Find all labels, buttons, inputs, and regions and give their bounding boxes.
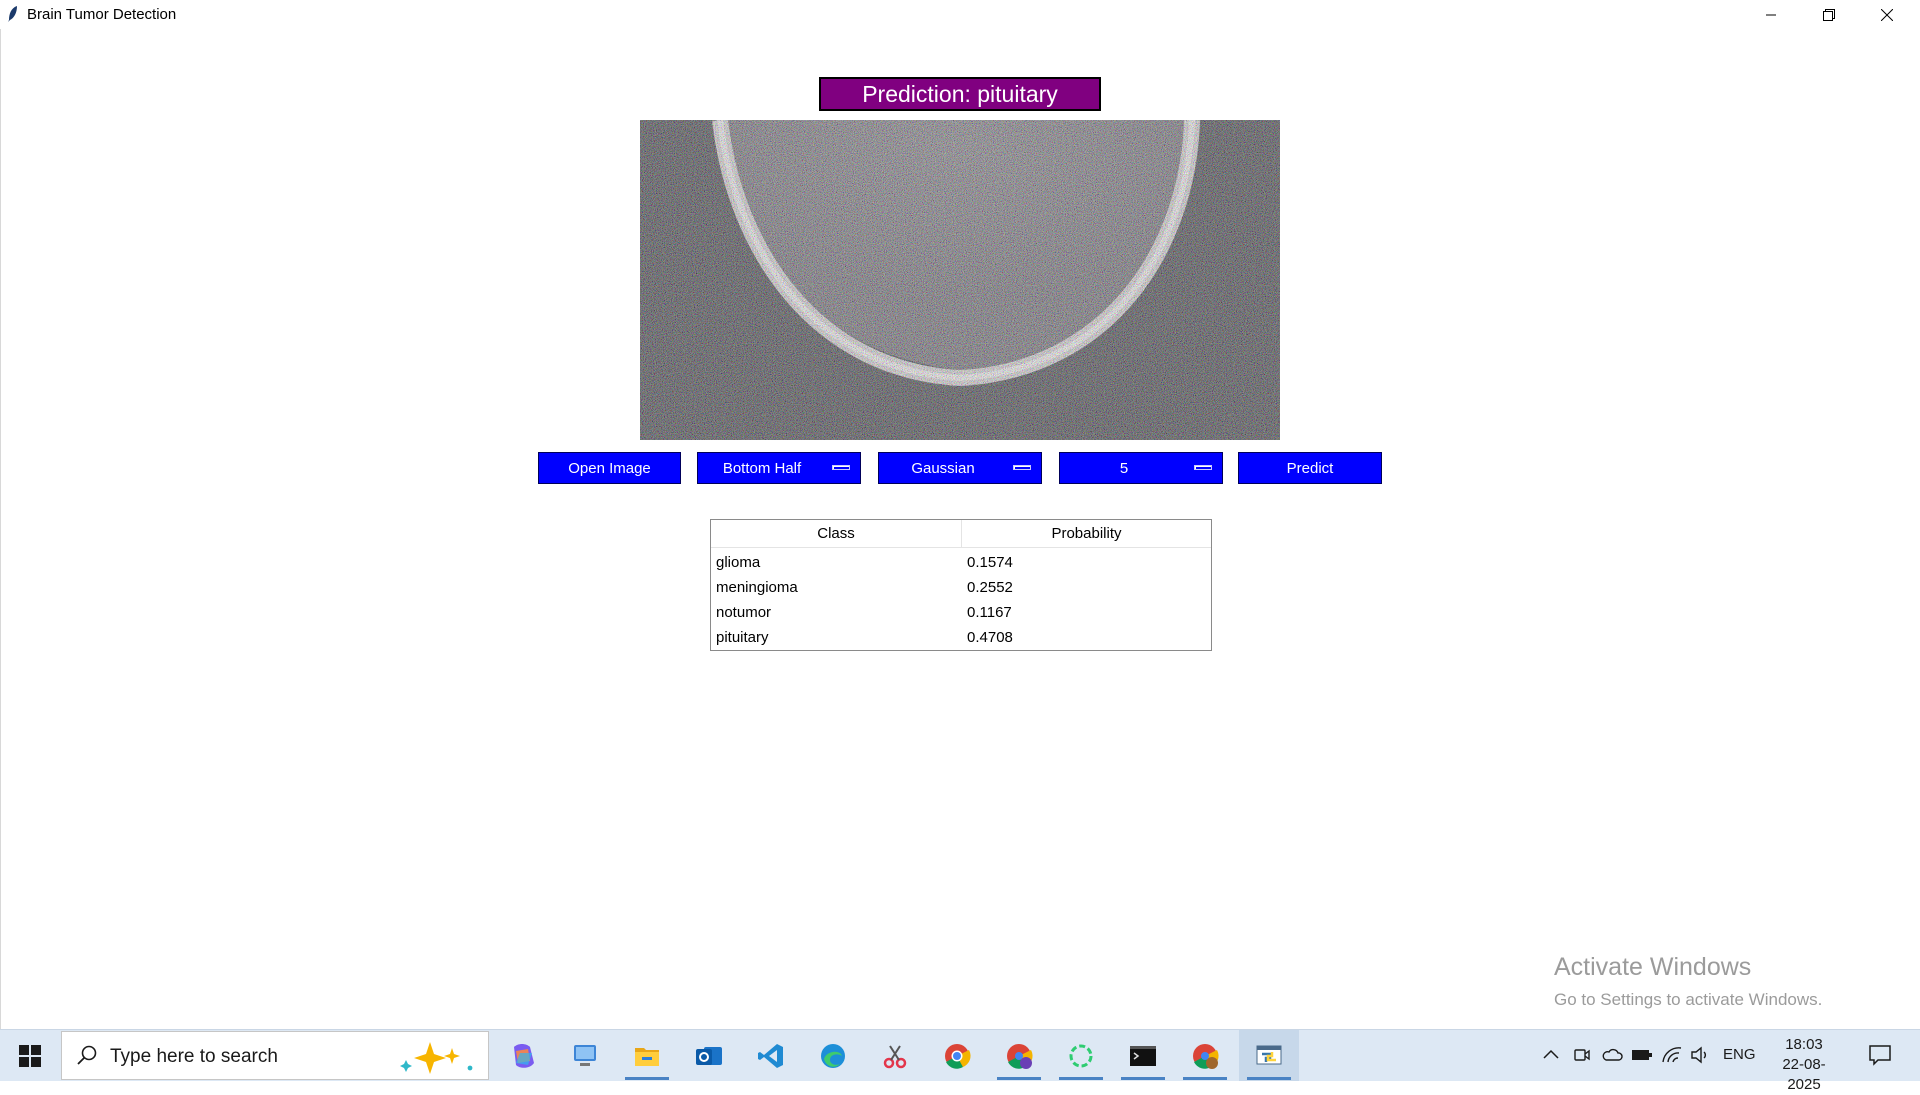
dropdown-indicator-icon <box>832 465 850 470</box>
close-button[interactable] <box>1858 0 1916 29</box>
dropdown-indicator-icon <box>1194 465 1212 470</box>
title-bar: Brain Tumor Detection <box>0 0 1920 29</box>
open-image-button[interactable]: Open Image <box>538 452 681 484</box>
taskbar-loading-app[interactable] <box>1053 1030 1109 1081</box>
noise-type-dropdown[interactable]: Gaussian <box>878 452 1042 484</box>
taskbar-chrome[interactable] <box>929 1030 985 1081</box>
mri-image-preview <box>640 120 1280 440</box>
chrome-profile-2-icon <box>1193 1043 1219 1069</box>
taskbar-outlook[interactable] <box>681 1030 737 1081</box>
volume-icon[interactable] <box>1690 1046 1710 1064</box>
terminal-icon <box>1130 1045 1156 1066</box>
noise-level-value: 5 <box>1119 459 1129 477</box>
probability-cell: 0.2552 <box>967 579 1013 596</box>
taskbar-file-explorer[interactable] <box>619 1030 675 1081</box>
activate-windows-watermark: Activate Windows Go to Settings to activ… <box>1554 953 1822 1010</box>
prediction-label: Prediction: pituitary <box>819 77 1101 111</box>
restore-icon <box>1823 8 1835 21</box>
search-icon <box>77 1045 97 1065</box>
predict-button[interactable]: Predict <box>1238 452 1382 484</box>
noise-type-value: Gaussian <box>911 459 975 477</box>
table-row[interactable]: meningioma 0.2552 <box>711 575 1211 600</box>
notification-center-icon[interactable] <box>1868 1043 1892 1067</box>
battery-icon[interactable] <box>1631 1048 1653 1062</box>
taskbar-python-app[interactable] <box>1239 1030 1299 1081</box>
python-app-icon <box>1256 1045 1282 1064</box>
vscode-icon <box>758 1043 783 1068</box>
taskbar-edge[interactable] <box>805 1030 861 1081</box>
region-dropdown[interactable]: Bottom Half <box>697 452 861 484</box>
class-cell: meningioma <box>716 579 798 596</box>
dropdown-indicator-icon <box>1013 465 1031 470</box>
taskbar-desktop[interactable] <box>557 1030 613 1081</box>
clock[interactable]: 18:03 22-08-2025 <box>1768 1035 1840 1095</box>
close-icon <box>1881 8 1893 21</box>
taskbar-chrome-profile[interactable] <box>991 1030 1047 1081</box>
loading-app-icon <box>1069 1044 1093 1067</box>
probability-cell: 0.1574 <box>967 554 1013 571</box>
restore-button[interactable] <box>1800 0 1858 29</box>
class-cell: notumor <box>716 604 772 621</box>
chrome-profile-icon <box>1007 1043 1033 1069</box>
file-explorer-icon <box>635 1047 659 1066</box>
outlook-icon <box>696 1046 722 1065</box>
taskbar-vscode[interactable] <box>743 1030 799 1081</box>
minimize-icon <box>1766 14 1776 15</box>
open-image-label: Open Image <box>568 459 651 477</box>
app-client-area: Prediction: pituitary Open Image Bottom … <box>0 29 1920 1029</box>
column-header-probability[interactable]: Probability <box>962 520 1211 547</box>
taskbar-chrome-profile-2[interactable] <box>1177 1030 1233 1081</box>
taskbar-snipping-tool[interactable] <box>867 1030 923 1081</box>
mri-noisy-image <box>640 120 1280 440</box>
noise-level-dropdown[interactable]: 5 <box>1059 452 1223 484</box>
search-placeholder: Type here to search <box>110 1046 278 1067</box>
watermark-subtitle: Go to Settings to activate Windows. <box>1554 990 1823 1009</box>
predict-label: Predict <box>1286 459 1334 477</box>
taskbar: Type here to search ENG 18:03 22-08-2025 <box>0 1029 1920 1093</box>
probability-cell: 0.4708 <box>967 629 1013 646</box>
table-row[interactable]: pituitary 0.4708 <box>711 625 1211 650</box>
region-value: Bottom Half <box>722 459 802 477</box>
class-cell: glioma <box>716 554 761 571</box>
wifi-icon[interactable] <box>1661 1046 1683 1064</box>
taskbar-search-box[interactable]: Type here to search <box>61 1031 489 1080</box>
probability-cell: 0.1167 <box>967 604 1012 621</box>
class-cell: pituitary <box>716 629 769 646</box>
language-indicator[interactable]: ENG <box>1723 1046 1756 1063</box>
table-row[interactable]: glioma 0.1574 <box>711 550 1211 575</box>
clock-date: 22-08-2025 <box>1782 1056 1826 1093</box>
feather-icon <box>8 6 17 22</box>
sparkle-icon <box>400 1042 473 1074</box>
column-header-class[interactable]: Class <box>711 520 962 547</box>
windows-logo-icon <box>19 1044 41 1067</box>
clock-time: 18:03 <box>1785 1036 1823 1053</box>
start-button[interactable] <box>0 1030 60 1081</box>
chevron-up-icon[interactable] <box>1543 1048 1559 1060</box>
taskbar-copilot[interactable] <box>495 1030 551 1081</box>
edge-icon <box>821 1043 845 1068</box>
meet-now-icon[interactable] <box>1573 1046 1591 1064</box>
window-title: Brain Tumor Detection <box>27 6 177 23</box>
taskbar-terminal[interactable] <box>1115 1030 1171 1081</box>
probability-table: Class Probability glioma 0.1574 meningio… <box>710 519 1212 651</box>
chrome-icon <box>945 1043 971 1069</box>
snipping-tool-icon <box>883 1044 907 1068</box>
copilot-icon <box>514 1043 534 1068</box>
watermark-title: Activate Windows <box>1554 953 1752 981</box>
desktop-icon <box>574 1044 596 1066</box>
table-row[interactable]: notumor 0.1167 <box>711 600 1211 625</box>
table-header: Class Probability <box>711 520 1211 548</box>
onedrive-icon[interactable] <box>1601 1047 1623 1063</box>
minimize-button[interactable] <box>1742 0 1800 29</box>
